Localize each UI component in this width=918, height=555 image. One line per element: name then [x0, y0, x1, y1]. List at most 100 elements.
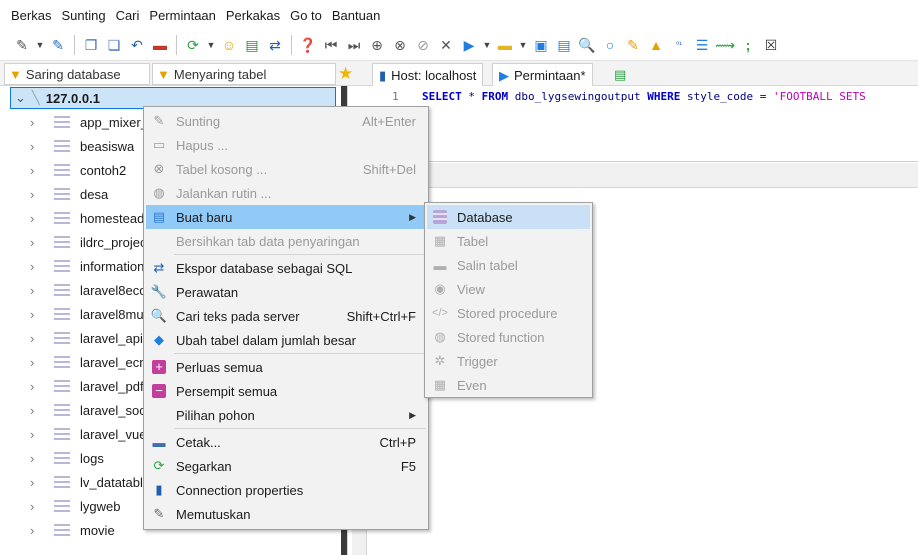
- chevron-right-icon[interactable]: ›: [30, 163, 42, 178]
- copy-icon[interactable]: ❐: [81, 35, 101, 55]
- post-icon[interactable]: ⊘: [413, 35, 433, 55]
- sql-editor[interactable]: 1 SELECT * FROM dbo_lygsewingoutput WHER…: [352, 86, 918, 162]
- sql-code-line[interactable]: SELECT * FROM dbo_lygsewingoutput WHERE …: [422, 90, 866, 103]
- connect-icon[interactable]: ✎: [12, 35, 32, 55]
- menu-item-jalankan-rutin[interactable]: ◍ Jalankan rutin ...: [146, 181, 426, 205]
- chevron-right-icon[interactable]: ›: [30, 307, 42, 322]
- menu-item-perawatan[interactable]: 🔧 Perawatan: [146, 280, 426, 304]
- menu-cari[interactable]: Cari: [111, 8, 145, 23]
- chevron-right-icon[interactable]: ›: [30, 523, 42, 538]
- menu-item-tabel-kosong[interactable]: ⊗ Tabel kosong ... Shift+Del: [146, 157, 426, 181]
- run-icon[interactable]: ▶: [459, 35, 479, 55]
- menu-permintaan[interactable]: Permintaan: [144, 8, 220, 23]
- clean-icon[interactable]: ✎: [623, 35, 643, 55]
- menu-item-label: Tabel: [457, 233, 489, 249]
- printer-icon[interactable]: ▬: [150, 35, 170, 55]
- blank-icon: [148, 405, 170, 425]
- menu-item-cetak[interactable]: ▬ Cetak... Ctrl+P: [146, 430, 426, 454]
- menu-item-segarkan[interactable]: ⟳ Segarkan F5: [146, 454, 426, 478]
- tab-host[interactable]: ▮ Host: localhost: [372, 63, 484, 87]
- menu-bantuan[interactable]: Bantuan: [327, 8, 385, 23]
- users-icon[interactable]: ☺: [219, 35, 239, 55]
- warning-icon[interactable]: ▲: [646, 35, 666, 55]
- connect-new-icon[interactable]: ✎: [48, 35, 68, 55]
- menu-separator: [174, 254, 426, 255]
- submenu-item-salin-tabel[interactable]: ▬ Salin tabel: [427, 253, 590, 277]
- chevron-right-icon[interactable]: ›: [30, 475, 42, 490]
- chevron-down-icon[interactable]: ▼: [482, 35, 492, 55]
- tab-row: ▼ Saring database ▼ Menyaring tabel ★ ▮ …: [0, 60, 918, 87]
- submenu-item-view[interactable]: ◉ View: [427, 277, 590, 301]
- bulk-edit-icon: ◆: [154, 332, 164, 347]
- save-icon[interactable]: ▣: [531, 35, 551, 55]
- submenu-item-tabel[interactable]: ▦ Tabel: [427, 229, 590, 253]
- menu-item-hapus[interactable]: ▭ Hapus ...: [146, 133, 426, 157]
- chevron-right-icon[interactable]: ›: [30, 211, 42, 226]
- table-filter[interactable]: ▼ Menyaring tabel: [152, 63, 336, 85]
- chevron-right-icon[interactable]: ›: [30, 331, 42, 346]
- star-icon[interactable]: ★: [338, 64, 353, 84]
- menu-item-sunting[interactable]: ✎ Sunting Alt+Enter: [146, 109, 426, 133]
- chevron-right-icon[interactable]: ›: [30, 379, 42, 394]
- chevron-right-icon[interactable]: ›: [30, 115, 42, 130]
- menu-sunting[interactable]: Sunting: [56, 8, 110, 23]
- chevron-down-icon[interactable]: ⌄: [15, 90, 26, 106]
- chevron-down-icon[interactable]: ▼: [35, 35, 45, 55]
- wrap-icon[interactable]: ☰: [692, 35, 712, 55]
- delete-record-icon[interactable]: ⊗: [390, 35, 410, 55]
- undo-icon[interactable]: ↶: [127, 35, 147, 55]
- chevron-right-icon[interactable]: ›: [30, 451, 42, 466]
- submenu-item-stored-procedure[interactable]: </> Stored procedure: [427, 301, 590, 325]
- menu-item-ekspor-sql[interactable]: ⇄ Ekspor database sebagai SQL: [146, 256, 426, 280]
- menu-berkas[interactable]: Berkas: [6, 8, 56, 23]
- menu-item-buat-baru[interactable]: ▤ Buat baru ▶: [146, 205, 426, 229]
- chevron-down-icon[interactable]: ▼: [518, 35, 528, 55]
- paste-icon[interactable]: ❏: [104, 35, 124, 55]
- replace-icon[interactable]: ○: [600, 35, 620, 55]
- database-filter[interactable]: ▼ Saring database: [4, 63, 150, 85]
- submenu-item-database[interactable]: Database: [427, 205, 590, 229]
- menu-item-shortcut: Alt+Enter: [362, 113, 416, 129]
- chevron-right-icon[interactable]: ›: [30, 283, 42, 298]
- chevron-right-icon[interactable]: ›: [30, 355, 42, 370]
- save-as-icon[interactable]: ▤: [554, 35, 574, 55]
- chevron-right-icon[interactable]: ›: [30, 427, 42, 442]
- chevron-right-icon[interactable]: ›: [30, 235, 42, 250]
- menu-item-connection-properties[interactable]: ▮ Connection properties: [146, 478, 426, 502]
- last-record-icon[interactable]: ⏭: [344, 35, 364, 55]
- semicolon-icon[interactable]: ;: [738, 35, 758, 55]
- sql-keyword: SELECT: [422, 90, 462, 103]
- import-icon[interactable]: ▤: [242, 35, 262, 55]
- chevron-right-icon[interactable]: ›: [30, 139, 42, 154]
- binary-icon[interactable]: ⁰¹: [669, 35, 689, 55]
- chevron-right-icon[interactable]: ›: [30, 403, 42, 418]
- menu-item-perluas-semua[interactable]: + Perluas semua: [146, 355, 426, 379]
- folder-icon[interactable]: ▬: [495, 35, 515, 55]
- menu-item-persempit-semua[interactable]: − Persempit semua: [146, 379, 426, 403]
- menu-item-cari-teks[interactable]: 🔍 Cari teks pada server Shift+Ctrl+F: [146, 304, 426, 328]
- format-icon[interactable]: ⟿: [715, 35, 735, 55]
- chevron-right-icon[interactable]: ›: [30, 187, 42, 202]
- menu-item-memutuskan[interactable]: ✎ Memutuskan: [146, 502, 426, 526]
- export-icon[interactable]: ⇄: [265, 35, 285, 55]
- new-tab-button[interactable]: ▤: [612, 63, 628, 87]
- cancel-icon[interactable]: ✕: [436, 35, 456, 55]
- submenu-item-trigger[interactable]: ✲ Trigger: [427, 349, 590, 373]
- close-icon[interactable]: ☒: [761, 35, 781, 55]
- submenu-item-stored-function[interactable]: ◍ Stored function: [427, 325, 590, 349]
- chevron-down-icon[interactable]: ▼: [206, 35, 216, 55]
- menu-perkakas[interactable]: Perkakas: [221, 8, 285, 23]
- menu-go-to[interactable]: Go to: [285, 8, 327, 23]
- tab-query[interactable]: ▶ Permintaan*: [492, 63, 593, 87]
- refresh-icon[interactable]: ⟳: [183, 35, 203, 55]
- find-icon[interactable]: 🔍: [577, 35, 597, 55]
- menu-item-bersihkan-tab[interactable]: Bersihkan tab data penyaringan: [146, 229, 426, 253]
- chevron-right-icon[interactable]: ›: [30, 259, 42, 274]
- first-record-icon[interactable]: ⏮: [321, 35, 341, 55]
- submenu-item-even[interactable]: ▦ Even: [427, 373, 590, 397]
- chevron-right-icon[interactable]: ›: [30, 499, 42, 514]
- help-icon[interactable]: ❓: [298, 35, 318, 55]
- menu-item-ubah-tabel[interactable]: ◆ Ubah tabel dalam jumlah besar: [146, 328, 426, 352]
- add-record-icon[interactable]: ⊕: [367, 35, 387, 55]
- menu-item-pilihan-pohon[interactable]: Pilihan pohon ▶: [146, 403, 426, 427]
